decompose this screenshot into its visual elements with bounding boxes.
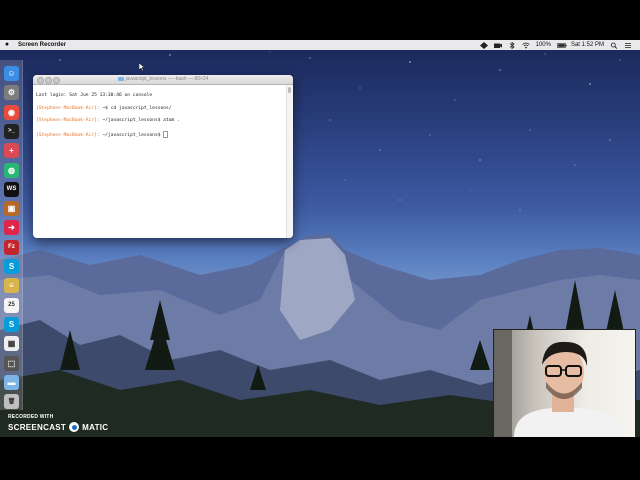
terminal-line: [Stephens-MacBook-Air]: ~/javascript_les… [36,131,284,139]
terminal-scrollbar[interactable] [286,85,293,238]
desktop: ● Screen Recorder 100% Sat 1:52 PM ☺ ⚙ ◉… [0,40,640,437]
mouse-pointer-icon [139,63,145,71]
dock: ☺ ⚙ ◉ >_ + ◍ WS ▣ ➜ Fz S ≡ 25 S ▦ ⬚ ▬ 🗑 [0,60,23,410]
text-cursor [163,131,169,139]
window-title: javascript_lessons — -bash — 80×24 [33,75,293,84]
shell-prompt: [Stephens-MacBook-Air]: [36,118,100,124]
dock-chrome-icon[interactable]: ◉ [4,104,19,120]
dock-skype-alt-icon[interactable]: S [4,316,19,332]
dock-notes-icon[interactable]: ≡ [4,278,19,294]
terminal-line: Last login: Sat Jun 25 13:30:46 on conso… [36,93,153,99]
dropbox-icon[interactable] [479,41,488,49]
dock-screenshot-icon[interactable]: ⬚ [4,355,19,371]
dock-globe-app-icon[interactable]: ◍ [4,162,19,178]
camera-icon[interactable] [493,42,502,49]
dock-plus-app-icon[interactable]: + [4,143,19,159]
folder-icon [117,76,124,81]
shell-command: ~/javascript_lessons$ [99,133,164,139]
shell-command: ~$ cd javascript_lessons/ [99,105,172,111]
wifi-icon[interactable] [521,42,530,49]
dock-system-preferences-icon[interactable]: ⚙ [4,85,19,101]
terminal-output[interactable]: Last login: Sat Jun 25 13:30:46 on conso… [33,85,287,238]
menu-bar: ● Screen Recorder 100% Sat 1:52 PM [0,40,640,50]
watermark-brand: SCREENCAST MATIC [8,422,108,432]
dock-folder-icon[interactable]: ▬ [4,374,19,390]
shell-command: ~/javascript_lessons$ atom . [99,118,180,124]
shell-prompt: [Stephens-MacBook-Air]: [36,105,100,111]
apple-menu-icon[interactable]: ● [0,40,14,50]
dock-terminal-icon[interactable]: >_ [4,123,19,139]
watermark-brand-right: MATIC [82,422,109,432]
app-menu-name[interactable]: Screen Recorder [18,40,66,50]
dock-archive-icon[interactable]: ▣ [4,201,19,217]
terminal-line: [Stephens-MacBook-Air]: ~$ cd javascript… [36,106,284,112]
screencast-logo-icon [69,422,80,432]
dock-arrow-app-icon[interactable]: ➜ [4,220,19,236]
watermark-caption: RECORDED WITH [8,414,54,420]
screencast-watermark: RECORDED WITH SCREENCAST MATIC [8,414,108,432]
webcam-overlay [493,329,636,437]
notification-center-icon[interactable] [624,42,632,49]
terminal-window[interactable]: javascript_lessons — -bash — 80×24 Last … [33,75,293,238]
dock-webstorm-icon[interactable]: WS [4,181,19,197]
dock-skype-icon[interactable]: S [4,259,19,274]
terminal-line: [Stephens-MacBook-Air]: ~/javascript_les… [36,118,284,124]
dock-launchpad-icon[interactable]: ▦ [4,336,19,352]
battery-icon[interactable] [557,42,567,49]
window-title-text: javascript_lessons — -bash — 80×24 [125,76,209,82]
dock-finder-icon[interactable]: ☺ [4,66,19,81]
dock-filezilla-icon[interactable]: Fz [4,239,19,255]
bluetooth-icon[interactable] [508,41,516,49]
dock-calendar-icon[interactable]: 25 [4,297,19,313]
menu-clock[interactable]: Sat 1:52 PM [571,40,604,50]
spotlight-icon[interactable] [610,42,618,49]
watermark-brand-left: SCREENCAST [8,422,67,432]
terminal-titlebar[interactable]: javascript_lessons — -bash — 80×24 [33,75,293,85]
scroll-thumb[interactable] [288,87,291,93]
dock-trash-icon[interactable]: 🗑 [4,394,19,410]
menu-extras: 100% Sat 1:52 PM [479,40,640,50]
webcam-person [494,330,622,437]
battery-percent[interactable]: 100% [536,40,551,50]
shell-prompt: [Stephens-MacBook-Air]: [36,133,100,139]
